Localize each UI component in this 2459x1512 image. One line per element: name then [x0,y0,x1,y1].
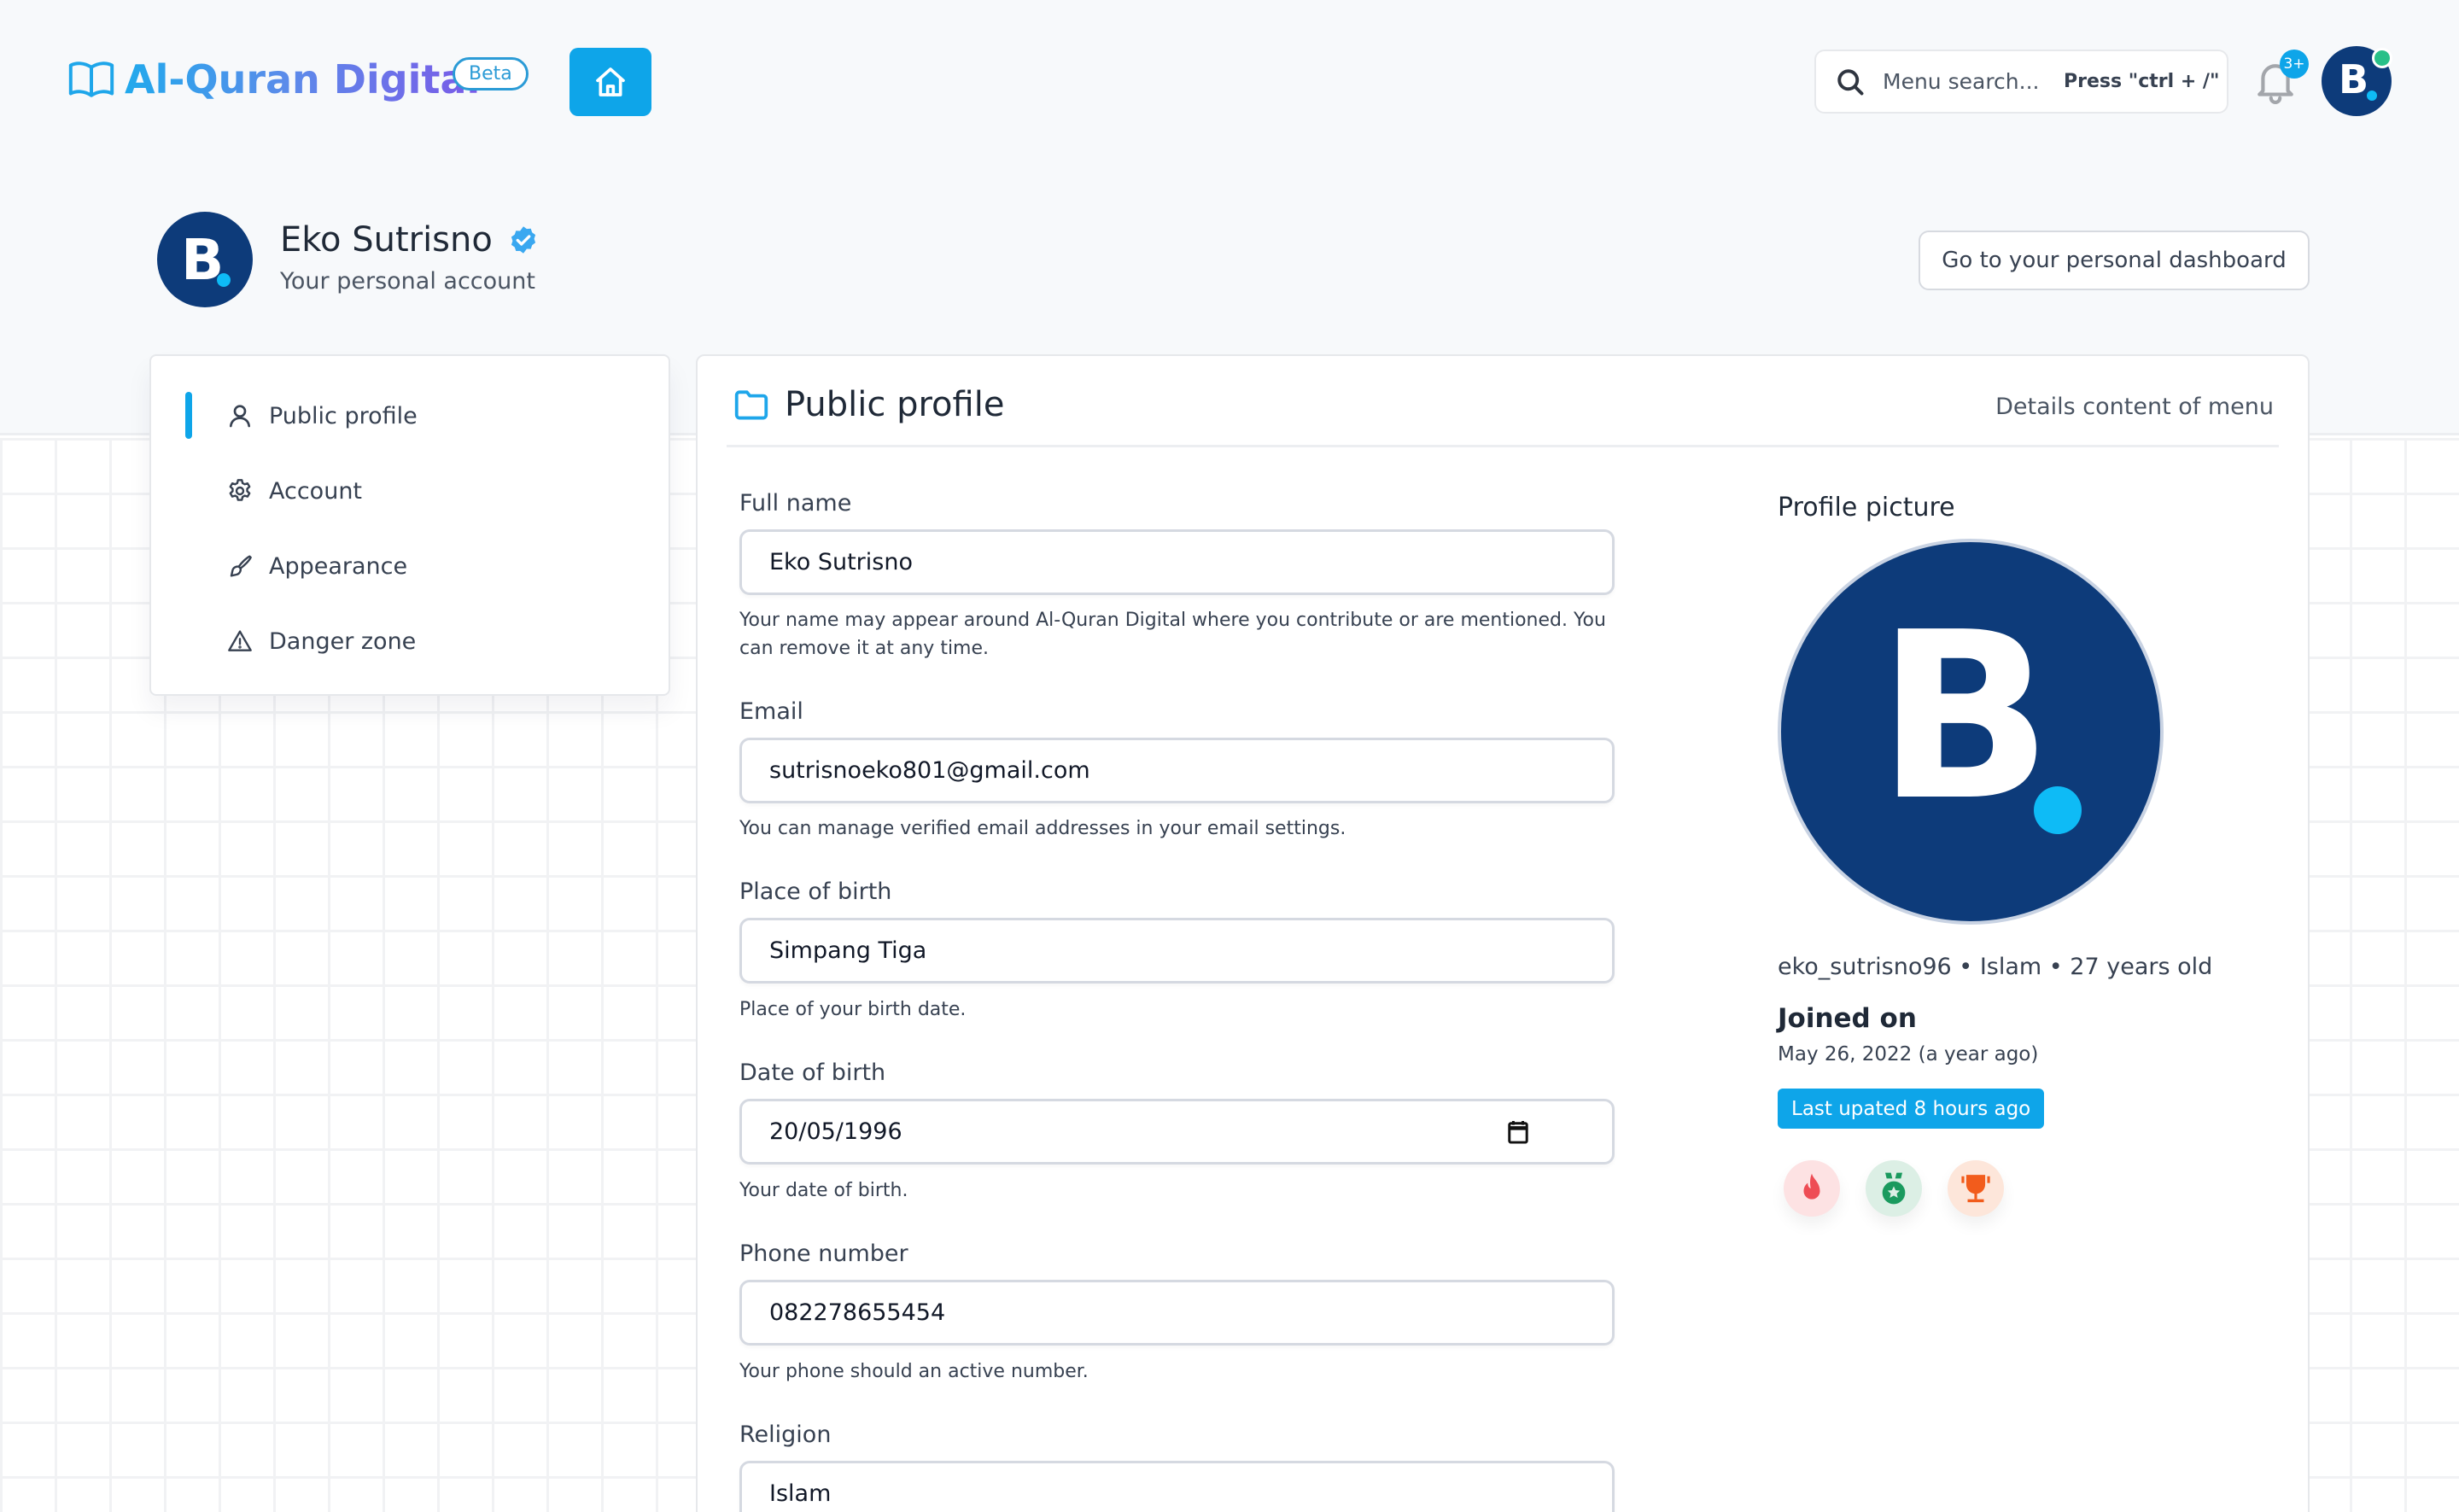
last-updated-badge: Last upated 8 hours ago [1778,1089,2045,1129]
award-fire[interactable] [1784,1160,1840,1217]
medal-icon [1882,1172,1906,1205]
profile-name: Eko Sutrisno [280,220,493,260]
sidebar-item-label: Public profile [269,402,418,429]
place-of-birth-input[interactable] [739,918,1615,984]
folder-icon [734,390,768,420]
full-name-label: Full name [739,490,852,517]
home-button[interactable] [569,48,651,116]
full-name-input[interactable] [739,529,1615,595]
fire-icon [1803,1173,1820,1200]
open-book-icon [68,61,114,97]
sidebar-item-appearance[interactable]: Appearance [151,536,669,596]
date-of-birth-field [739,1099,1615,1165]
search-input[interactable] [1883,69,2053,94]
brush-icon [230,555,252,577]
gear-icon [229,479,251,501]
profile-picture[interactable]: B [1778,539,2164,925]
trophy-icon [1961,1175,1990,1203]
card-divider [727,445,2279,447]
app-title: Al-Quran Digital [125,56,481,102]
warning-icon [228,630,252,651]
calendar-icon[interactable] [1507,1119,1529,1145]
profile-meta: eko_sutrisno96 • Islam • 27 years old [1778,954,2213,980]
email-help: You can manage verified email addresses … [739,818,1346,839]
award-medal[interactable] [1866,1160,1922,1217]
phone-input[interactable] [739,1280,1615,1346]
sidebar-item-public-profile[interactable]: Public profile [151,386,669,446]
profile-name-row: Eko Sutrisno [280,220,539,260]
phone-label: Phone number [739,1241,908,1267]
personal-dashboard-button[interactable]: Go to your personal dashboard [1919,231,2310,290]
phone-help: Your phone should an active number. [739,1361,1089,1382]
profile-subtitle: Your personal account [280,268,535,295]
profile-picture-label: Profile picture [1778,493,1955,522]
verified-badge-icon [511,226,535,254]
sidebar-item-account[interactable]: Account [151,461,669,521]
email-input[interactable] [739,738,1615,803]
sidebar-item-danger-zone[interactable]: Danger zone [151,611,669,671]
joined-date: May 26, 2022 (a year ago) [1778,1043,2039,1065]
search-shortcut-hint: Press "ctrl + /" [2064,71,2220,92]
avatar-letter: B [1877,582,2053,851]
card-title-row: Public profile [733,385,1004,424]
public-profile-card: Public profile Details content of menu F… [696,354,2310,1512]
profile-header-avatar: B [157,212,253,307]
card-subtitle: Details content of menu [1995,394,2274,420]
religion-label: Religion [739,1422,832,1448]
award-trophy[interactable] [1948,1160,2004,1217]
app-logo[interactable]: Al-Quran Digital [68,56,480,102]
avatar-dot [217,273,231,287]
sidebar-item-label: Danger zone [269,628,417,655]
sidebar-item-label: Appearance [269,552,408,580]
user-icon [230,405,250,428]
beta-badge: Beta [453,57,529,90]
avatar-dot [2034,786,2082,834]
settings-sidebar: Public profile Account Appearance Danger… [149,354,670,696]
home-icon [596,67,625,96]
place-of-birth-help: Place of your birth date. [739,999,967,1020]
full-name-help: Your name may appear around Al-Quran Dig… [739,610,1606,659]
place-of-birth-label: Place of birth [739,879,892,905]
date-of-birth-input[interactable] [739,1099,1615,1165]
avatar-dot [2367,90,2377,101]
date-of-birth-help: Your date of birth. [739,1180,908,1201]
joined-on-title: Joined on [1778,1003,1917,1034]
sidebar-item-label: Account [269,477,363,505]
religion-input[interactable] [739,1461,1615,1512]
avatar-letter: B [2339,56,2369,102]
online-status-indicator [2372,48,2392,68]
date-of-birth-label: Date of birth [739,1060,886,1086]
notification-count-badge: 3+ [2280,50,2309,79]
search-icon [1837,68,1864,95]
menu-search[interactable]: Press "ctrl + /" [1814,50,2228,114]
card-title: Public profile [785,385,1005,424]
email-label: Email [739,698,803,725]
